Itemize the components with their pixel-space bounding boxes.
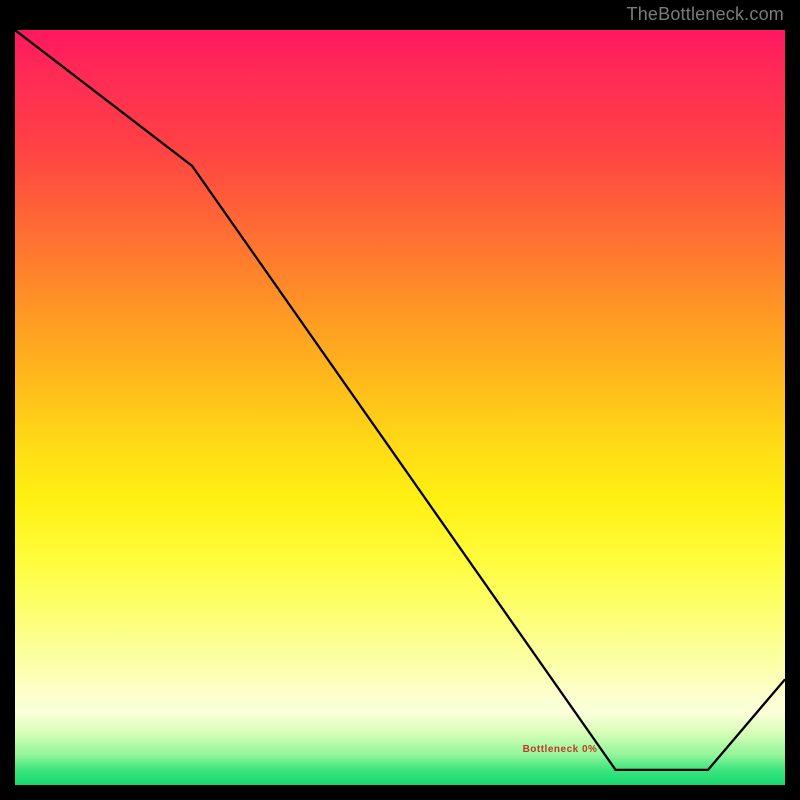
chart-frame: TheBottleneck.com Bottleneck 0% <box>0 0 800 800</box>
line-plot-svg <box>15 30 785 785</box>
data-line <box>15 30 785 770</box>
plot-area: Bottleneck 0% <box>15 30 785 785</box>
watermark-text: TheBottleneck.com <box>627 4 784 25</box>
